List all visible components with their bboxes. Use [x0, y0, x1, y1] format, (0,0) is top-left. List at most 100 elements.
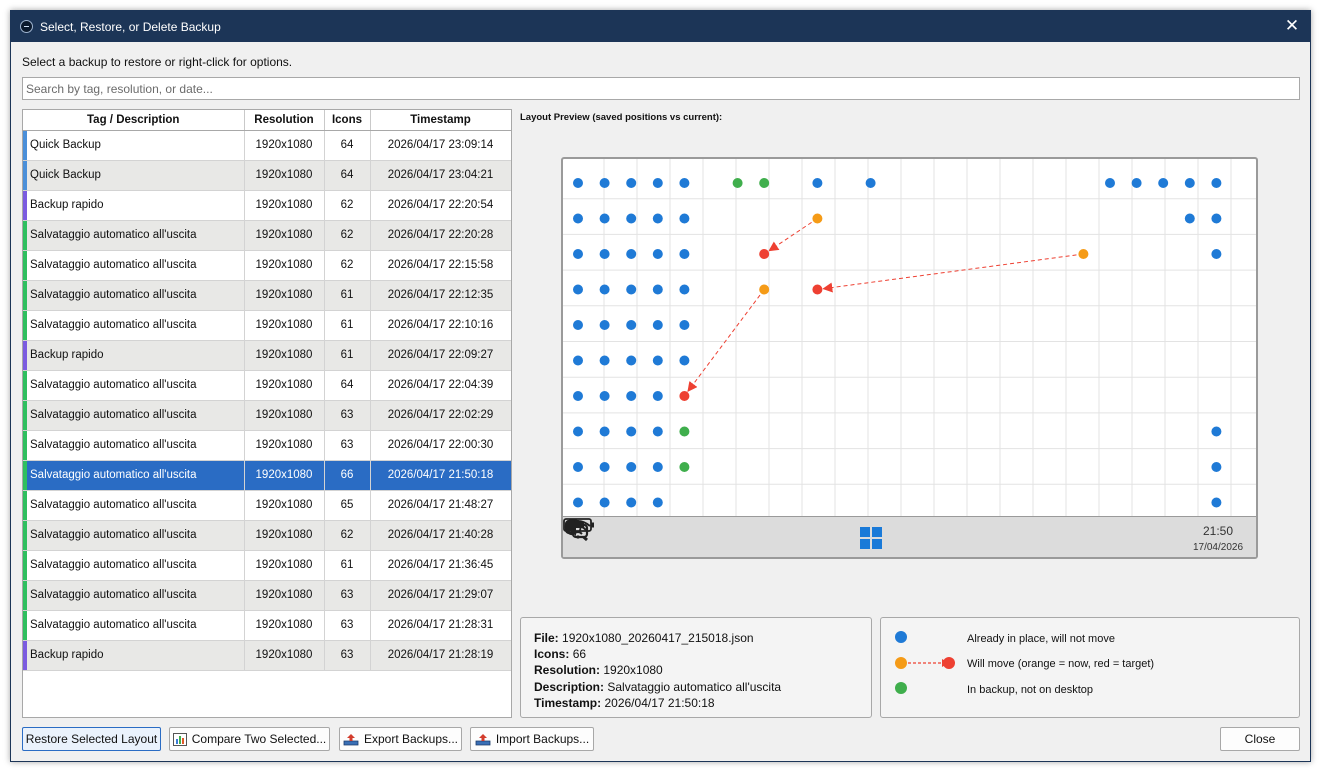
in-place-icon-dot	[652, 320, 663, 330]
column-header-icons[interactable]: Icons	[324, 110, 371, 131]
tag-color-strip	[23, 520, 27, 549]
cell-description: Salvataggio automatico all'uscita	[23, 400, 245, 431]
cell-resolution-text: 1920x1080	[255, 319, 313, 331]
compare-button[interactable]: Compare Two Selected...	[169, 727, 330, 751]
cell-description-text: Salvataggio automatico all'uscita	[30, 559, 197, 571]
cell-icons: 65	[324, 490, 371, 521]
cell-resolution: 1920x1080	[244, 280, 325, 311]
table-row[interactable]: Quick Backup 1920x1080 64 2026/04/17 23:04:…	[23, 160, 511, 191]
cell-description: Quick Backup	[23, 160, 245, 191]
instruction-text: Select a backup to restore or right-clic…	[22, 55, 293, 69]
import-button[interactable]: Import Backups...	[470, 727, 594, 751]
cell-description-text: Salvataggio automatico all'uscita	[30, 469, 197, 481]
cell-timestamp: 2026/04/17 21:36:45	[370, 550, 511, 581]
cell-description: Salvataggio automatico all'uscita	[23, 310, 245, 341]
cell-resolution: 1920x1080	[244, 490, 325, 521]
table-row[interactable]: Salvataggio automatico all'uscita 1920x10…	[23, 580, 511, 611]
in-place-icon-dot	[626, 355, 637, 366]
table-row[interactable]: Salvataggio automatico all'uscita 1920x10…	[23, 550, 511, 581]
in-place-icon-dot	[573, 249, 583, 259]
in-place-icon-dot	[573, 462, 583, 472]
cell-resolution: 1920x1080	[244, 580, 325, 611]
tag-color-strip	[23, 490, 27, 519]
cell-timestamp-text: 2026/04/17 22:04:39	[387, 379, 494, 391]
cell-resolution-text: 1920x1080	[255, 409, 313, 421]
search-input[interactable]	[22, 77, 1300, 100]
in-place-icon-dot	[652, 497, 663, 508]
info-description: Description: Salvataggio automatico all'…	[534, 679, 782, 694]
cell-resolution-text: 1920x1080	[255, 619, 313, 631]
cell-icons-text: 63	[340, 409, 354, 421]
table-row[interactable]: Backup rapido 1920x1080 63 2026/04/17 21:28…	[23, 640, 511, 671]
cell-icons: 64	[324, 160, 371, 191]
cell-description-text: Backup rapido	[30, 199, 104, 211]
cell-resolution-text: 1920x1080	[255, 229, 313, 241]
chart-icon	[172, 732, 187, 746]
move-arrow	[822, 253, 1084, 293]
export-button[interactable]: Export Backups...	[339, 727, 462, 751]
in-place-icon-dot	[865, 178, 876, 188]
in-place-icon-dot	[652, 355, 663, 366]
table-row[interactable]: Salvataggio automatico all'uscita 1920x10…	[23, 400, 511, 431]
close-button[interactable]: Close	[1220, 727, 1300, 751]
tag-color-strip	[23, 550, 27, 579]
target-position-dot	[759, 249, 770, 259]
cell-timestamp-text: 2026/04/17 22:09:27	[387, 349, 494, 361]
table-row[interactable]: Salvataggio automatico all'uscita 1920x10…	[23, 490, 511, 521]
column-header-timestamp[interactable]: Timestamp	[370, 110, 511, 131]
column-header-resolution[interactable]: Resolution	[244, 110, 325, 131]
table-row[interactable]: Salvataggio automatico all'uscita 1920x10…	[23, 610, 511, 641]
table-row[interactable]: Salvataggio automatico all'uscita 1920x10…	[23, 460, 511, 491]
table-row[interactable]: Backup rapido 1920x1080 62 2026/04/17 22:20…	[23, 190, 511, 221]
export-button-label: Export Backups...	[363, 732, 459, 746]
backup-table[interactable]: Tag / Description Resolution Icons Times…	[22, 109, 512, 718]
in-place-icon-dot	[599, 426, 610, 437]
cell-resolution: 1920x1080	[244, 220, 325, 251]
cell-description: Salvataggio automatico all'uscita	[23, 520, 245, 551]
cell-icons-text: 62	[340, 229, 354, 241]
in-place-icon-dot	[812, 178, 823, 188]
missing-icon-dot	[679, 426, 690, 437]
cell-timestamp-text: 2026/04/17 21:28:19	[387, 649, 494, 661]
current-position-dot	[812, 213, 823, 224]
cell-icons: 61	[324, 280, 371, 311]
table-row[interactable]: Salvataggio automatico all'uscita 1920x10…	[23, 430, 511, 461]
cell-timestamp: 2026/04/17 22:09:27	[370, 340, 511, 371]
window-close-icon[interactable]: ✕	[1280, 15, 1304, 37]
info-icons: Icons: 66	[534, 647, 587, 662]
table-row[interactable]: Salvataggio automatico all'uscita 1920x10…	[23, 250, 511, 281]
cell-description-text: Salvataggio automatico all'uscita	[30, 229, 197, 241]
cell-icons: 63	[324, 610, 371, 641]
cell-description-text: Salvataggio automatico all'uscita	[30, 379, 197, 391]
cell-timestamp: 2026/04/17 22:20:54	[370, 190, 511, 221]
cell-icons-text: 62	[340, 199, 354, 211]
taskbar-date: 17/04/2026	[1192, 542, 1244, 553]
in-place-icon-dot	[599, 178, 610, 188]
table-row[interactable]: Backup rapido 1920x1080 61 2026/04/17 22:09…	[23, 340, 511, 371]
table-row[interactable]: Salvataggio automatico all'uscita 1920x10…	[23, 220, 511, 251]
cell-resolution-text: 1920x1080	[255, 649, 313, 661]
table-row[interactable]: Salvataggio automatico all'uscita 1920x10…	[23, 370, 511, 401]
cell-description-text: Salvataggio automatico all'uscita	[30, 319, 197, 331]
missing-icon-dot	[679, 462, 690, 472]
column-header-tag[interactable]: Tag / Description	[23, 110, 245, 131]
cell-description-text: Salvataggio automatico all'uscita	[30, 619, 197, 631]
table-row[interactable]: Salvataggio automatico all'uscita 1920x10…	[23, 520, 511, 551]
in-place-icon-dot	[652, 391, 663, 401]
cell-description: Salvataggio automatico all'uscita	[23, 490, 245, 521]
cell-timestamp: 2026/04/17 21:28:31	[370, 610, 511, 641]
table-row[interactable]: Salvataggio automatico all'uscita 1920x10…	[23, 310, 511, 341]
import-icon	[475, 733, 491, 745]
table-row[interactable]: Salvataggio automatico all'uscita 1920x10…	[23, 280, 511, 311]
cell-resolution-text: 1920x1080	[255, 139, 313, 151]
restore-button[interactable]: Restore Selected Layout	[22, 727, 161, 751]
cell-icons-text: 66	[340, 469, 354, 481]
cell-icons-text: 61	[340, 349, 354, 361]
cell-resolution-text: 1920x1080	[255, 289, 313, 301]
cell-description-text: Salvataggio automatico all'uscita	[30, 289, 197, 301]
cell-description: Backup rapido	[23, 340, 245, 371]
in-place-icon-dot	[1131, 178, 1142, 188]
table-row[interactable]: Quick Backup 1920x1080 64 2026/04/17 23:09:…	[23, 130, 511, 161]
in-place-icon-dot	[1211, 178, 1222, 188]
cell-resolution-text: 1920x1080	[255, 589, 313, 601]
